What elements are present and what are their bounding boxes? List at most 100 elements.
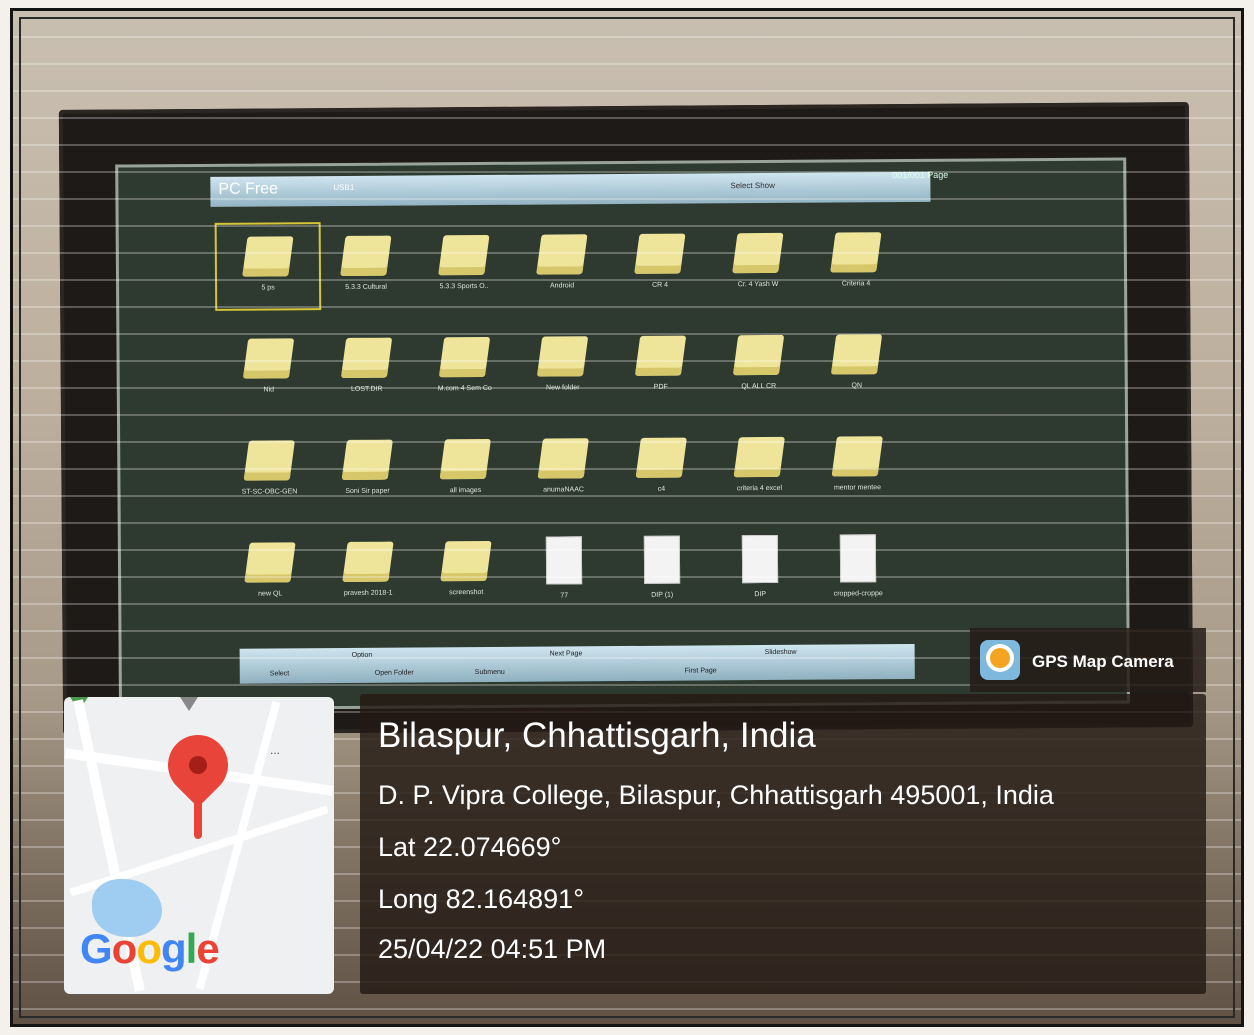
folder-label: cropped-croppe bbox=[833, 590, 883, 598]
folder-label: PDF bbox=[653, 383, 668, 391]
folder-label: Android bbox=[549, 282, 575, 290]
folder-icon bbox=[536, 336, 589, 377]
folder-item: anumaNAAC bbox=[514, 428, 613, 509]
gps-camera-badge: GPS Map Camera bbox=[970, 628, 1206, 692]
slideshow-label: Select Show bbox=[730, 180, 775, 191]
footer-open-folder: Open Folder bbox=[374, 669, 414, 677]
folder-label: pravesh 2018-1 bbox=[343, 589, 393, 597]
folder-item: screenshot bbox=[417, 531, 516, 612]
folder-item: ST-SC-OBC-GEN bbox=[220, 430, 319, 511]
footer-first-page: First Page bbox=[684, 667, 717, 675]
folder-icon bbox=[634, 233, 686, 274]
file-item: DIP (1) bbox=[613, 529, 712, 610]
folder-label: mentor mentee bbox=[833, 484, 882, 492]
folder-item: LOST.DIR bbox=[317, 327, 416, 408]
folder-item: New folder bbox=[513, 326, 612, 407]
folder-item: c4 bbox=[612, 427, 711, 508]
folder-label: 77 bbox=[560, 592, 569, 600]
folder-icon bbox=[340, 337, 393, 378]
folder-icon bbox=[536, 234, 588, 275]
folder-label: 5.3.3 Cultural bbox=[345, 283, 387, 291]
folder-item: QN bbox=[807, 324, 906, 405]
folder-item: CR 4 bbox=[611, 223, 710, 304]
folder-icon bbox=[634, 335, 687, 376]
file-item: cropped-croppe bbox=[809, 528, 908, 609]
folder-item: criteria 4 excel bbox=[710, 427, 809, 508]
location-address: D. P. Vipra College, Bilaspur, Chhattisg… bbox=[378, 780, 1054, 810]
folder-item: new QL bbox=[221, 532, 320, 613]
map-more-icon: ... bbox=[270, 743, 281, 757]
folder-item: pravesh 2018-1 bbox=[319, 531, 418, 612]
folder-item: Criteria 4 bbox=[807, 222, 906, 303]
folder-icon bbox=[342, 541, 394, 582]
screen-title: PC Free bbox=[218, 180, 279, 198]
folder-label: LOST.DIR bbox=[351, 385, 383, 393]
map-pin-tail bbox=[194, 799, 202, 839]
location-timestamp: 25/04/22 04:51 PM bbox=[378, 934, 607, 964]
folder-icon bbox=[242, 236, 294, 277]
folder-item: Cr. 4 Yash W bbox=[709, 223, 808, 304]
folder-icon bbox=[244, 542, 296, 583]
map-thumbnail: ... Google bbox=[64, 697, 334, 994]
folder-label: Nid bbox=[263, 386, 275, 394]
file-icon bbox=[839, 534, 877, 583]
folder-label: QL ALL CR bbox=[741, 382, 777, 391]
folder-label: all images bbox=[449, 487, 482, 495]
folder-item: mentor mentee bbox=[808, 426, 907, 507]
folder-icon bbox=[439, 438, 491, 480]
screen-footer-bar: Option Next Page Slideshow Select Open F… bbox=[239, 643, 915, 684]
location-title: Bilaspur, Chhattisgarh, India bbox=[378, 716, 816, 755]
file-icon bbox=[741, 534, 779, 584]
screen-page-indicator: 001/001 Page bbox=[892, 169, 949, 181]
folder-label: ST-SC-OBC-GEN bbox=[241, 488, 298, 496]
folder-item: 5.3.3 Cultural bbox=[317, 225, 416, 306]
folder-item: M.com 4 Sem Co bbox=[415, 327, 514, 408]
location-longitude: Long 82.164891° bbox=[378, 884, 584, 914]
folder-label: Criteria 4 bbox=[841, 280, 871, 288]
map-marker-grey-icon bbox=[180, 697, 198, 711]
footer-select: Select bbox=[269, 670, 290, 678]
folder-icon bbox=[830, 334, 883, 375]
location-info-panel: Bilaspur, Chhattisgarh, India D. P. Vipr… bbox=[360, 694, 1206, 994]
screen-header-bar: Select Show bbox=[210, 171, 931, 207]
folder-icon bbox=[732, 232, 784, 274]
folder-icon bbox=[438, 234, 490, 276]
footer-submenu: Submenu bbox=[474, 668, 505, 677]
folder-icon bbox=[831, 436, 883, 477]
folder-label: QN bbox=[851, 382, 863, 390]
file-icon bbox=[643, 535, 681, 584]
gps-camera-app-icon bbox=[980, 640, 1020, 680]
folder-label: DIP bbox=[754, 591, 767, 599]
google-logo: Google bbox=[80, 925, 220, 972]
file-item: 77 bbox=[515, 530, 614, 611]
folder-item: Android bbox=[513, 224, 612, 305]
folder-icon bbox=[340, 235, 392, 276]
folder-icon bbox=[440, 540, 492, 582]
folder-icon bbox=[733, 436, 785, 478]
folder-item: 5 ps bbox=[214, 222, 322, 311]
folder-label: New folder bbox=[546, 384, 580, 392]
folder-label: Soni Sir paper bbox=[345, 487, 390, 495]
folder-icon bbox=[341, 439, 393, 480]
footer-next-page: Next Page bbox=[549, 650, 583, 658]
folder-icon bbox=[438, 336, 491, 378]
folder-label: CR 4 bbox=[652, 281, 669, 289]
map-pin-icon bbox=[155, 722, 241, 808]
file-item: DIP bbox=[711, 529, 810, 610]
screen-source: USB1 bbox=[333, 182, 355, 193]
folder-label: Cr. 4 Yash W bbox=[737, 280, 779, 289]
folder-item: QL ALL CR bbox=[709, 325, 808, 406]
folder-grid: 5 ps 5.3.3 Cultural 5.3.3 Sports O.. Androi… bbox=[214, 222, 922, 613]
folder-item: PDF bbox=[611, 325, 710, 406]
folder-label: DIP (1) bbox=[651, 591, 674, 599]
folder-label: 5 ps bbox=[261, 284, 275, 292]
footer-option: Option bbox=[351, 651, 373, 659]
folder-icon bbox=[830, 232, 882, 273]
folder-item: all images bbox=[416, 429, 515, 510]
folder-label: 5.3.3 Sports O.. bbox=[439, 282, 489, 291]
footer-slideshow: Slideshow bbox=[764, 648, 797, 657]
folder-label: new QL bbox=[258, 590, 283, 598]
gps-camera-app-name: GPS Map Camera bbox=[1032, 652, 1174, 671]
folder-icon bbox=[635, 437, 687, 478]
folder-item: Soni Sir paper bbox=[318, 429, 417, 510]
